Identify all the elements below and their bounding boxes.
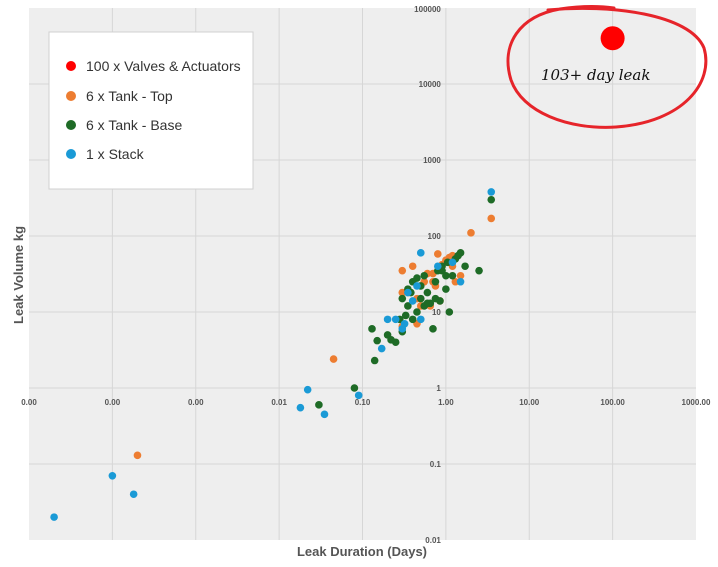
data-point-6-x-tank-base xyxy=(475,266,483,275)
data-point-1-x-stack xyxy=(416,315,425,324)
data-point-6-x-tank-base xyxy=(436,297,444,305)
data-point-6-x-tank-base xyxy=(454,251,462,260)
x-tick-label: 0.00 xyxy=(21,398,37,407)
data-point-6-x-tank-base xyxy=(448,271,457,280)
legend-marker-stack xyxy=(66,149,76,159)
data-point-1-x-stack xyxy=(383,315,392,324)
data-point-6-x-tank-base xyxy=(442,285,450,293)
data-point-6-x-tank-base xyxy=(423,288,432,297)
data-point-6-x-tank-base xyxy=(350,384,359,392)
y-tick-label: 10000 xyxy=(419,80,442,89)
y-tick-label: 0.1 xyxy=(430,460,442,469)
legend-marker-valves xyxy=(66,61,76,71)
x-tick-label: 0.01 xyxy=(271,398,287,407)
data-point-1-x-stack xyxy=(448,258,457,267)
data-point-100-x-valves-actuators xyxy=(600,26,625,51)
data-point-1-x-stack xyxy=(433,262,442,271)
data-point-6-x-tank-base xyxy=(408,315,417,324)
data-point-6-x-tank-base xyxy=(431,277,440,286)
data-point-6-x-tank-top xyxy=(329,355,338,363)
y-tick-label: 10 xyxy=(432,308,441,317)
data-point-6-x-tank-base xyxy=(391,338,400,347)
legend-label-valves: 100 x Valves & Actuators xyxy=(86,58,241,74)
data-point-1-x-stack xyxy=(400,319,409,328)
x-axis-title: Leak Duration (Days) xyxy=(297,544,427,559)
data-point-6-x-tank-base xyxy=(368,325,376,333)
data-point-6-x-tank-base xyxy=(429,325,437,333)
data-point-6-x-tank-top xyxy=(398,266,407,275)
data-point-1-x-stack xyxy=(129,490,138,499)
data-point-6-x-tank-base xyxy=(445,308,454,316)
y-tick-label: 100000 xyxy=(414,5,441,14)
y-tick-label: 100 xyxy=(428,232,442,241)
chart: 0.00 0.00 0.00 0.01 0.10 1.00 10.00 100.00 1000.… xyxy=(11,5,711,559)
x-tick-label: 0.00 xyxy=(105,398,121,407)
data-point-6-x-tank-top xyxy=(467,229,475,237)
annotation-text: 103+ day leak xyxy=(541,66,650,84)
data-point-6-x-tank-base xyxy=(413,274,421,282)
data-point-6-x-tank-base xyxy=(416,294,425,303)
data-point-1-x-stack xyxy=(408,297,417,305)
data-point-6-x-tank-base xyxy=(373,336,381,345)
data-point-1-x-stack xyxy=(303,385,312,394)
data-point-1-x-stack xyxy=(416,249,425,257)
x-tick-label: 1.00 xyxy=(438,398,454,407)
legend-marker-tank-base xyxy=(66,120,76,130)
legend-label-tank-base: 6 x Tank - Base xyxy=(86,117,182,133)
data-point-6-x-tank-base xyxy=(370,356,379,365)
data-point-1-x-stack xyxy=(354,391,363,400)
data-point-1-x-stack xyxy=(108,471,117,480)
data-point-1-x-stack xyxy=(404,288,412,297)
data-point-6-x-tank-base xyxy=(461,262,469,271)
x-tick-label: 0.00 xyxy=(188,398,204,407)
data-point-1-x-stack xyxy=(50,513,58,521)
legend-marker-tank-top xyxy=(66,91,76,101)
data-point-6-x-tank-base xyxy=(315,401,323,409)
data-point-6-x-tank-top xyxy=(433,250,442,258)
data-point-6-x-tank-base xyxy=(442,271,450,280)
data-point-1-x-stack xyxy=(296,403,305,412)
data-point-1-x-stack xyxy=(413,282,421,290)
y-tick-label: 0.01 xyxy=(425,536,441,545)
x-tick-label: 0.10 xyxy=(355,398,371,407)
data-point-6-x-tank-base xyxy=(423,299,432,308)
legend-label-stack: 1 x Stack xyxy=(86,146,145,162)
y-tick-label: 1000 xyxy=(423,156,441,165)
legend-box xyxy=(48,31,254,190)
data-point-6-x-tank-top xyxy=(487,214,496,223)
legend-label-tank-top: 6 x Tank - Top xyxy=(86,88,173,104)
data-point-6-x-tank-top xyxy=(408,262,417,271)
x-tick-label: 100.00 xyxy=(600,398,625,407)
legend: 100 x Valves & Actuators 6 x Tank - Top … xyxy=(48,31,254,190)
data-point-6-x-tank-base xyxy=(413,308,421,316)
data-point-1-x-stack xyxy=(391,315,400,324)
data-point-6-x-tank-base xyxy=(398,294,407,303)
x-tick-label: 10.00 xyxy=(519,398,540,407)
data-point-1-x-stack xyxy=(456,277,465,286)
data-point-1-x-stack xyxy=(320,410,329,419)
data-point-6-x-tank-base xyxy=(420,271,429,280)
y-axis-title: Leak Volume kg xyxy=(11,226,26,324)
data-point-1-x-stack xyxy=(377,344,386,353)
data-point-6-x-tank-top xyxy=(133,451,142,460)
y-tick-label: 1 xyxy=(436,384,441,393)
data-point-1-x-stack xyxy=(487,188,496,196)
x-tick-label: 1000.00 xyxy=(682,398,711,407)
data-point-6-x-tank-base xyxy=(487,195,496,204)
